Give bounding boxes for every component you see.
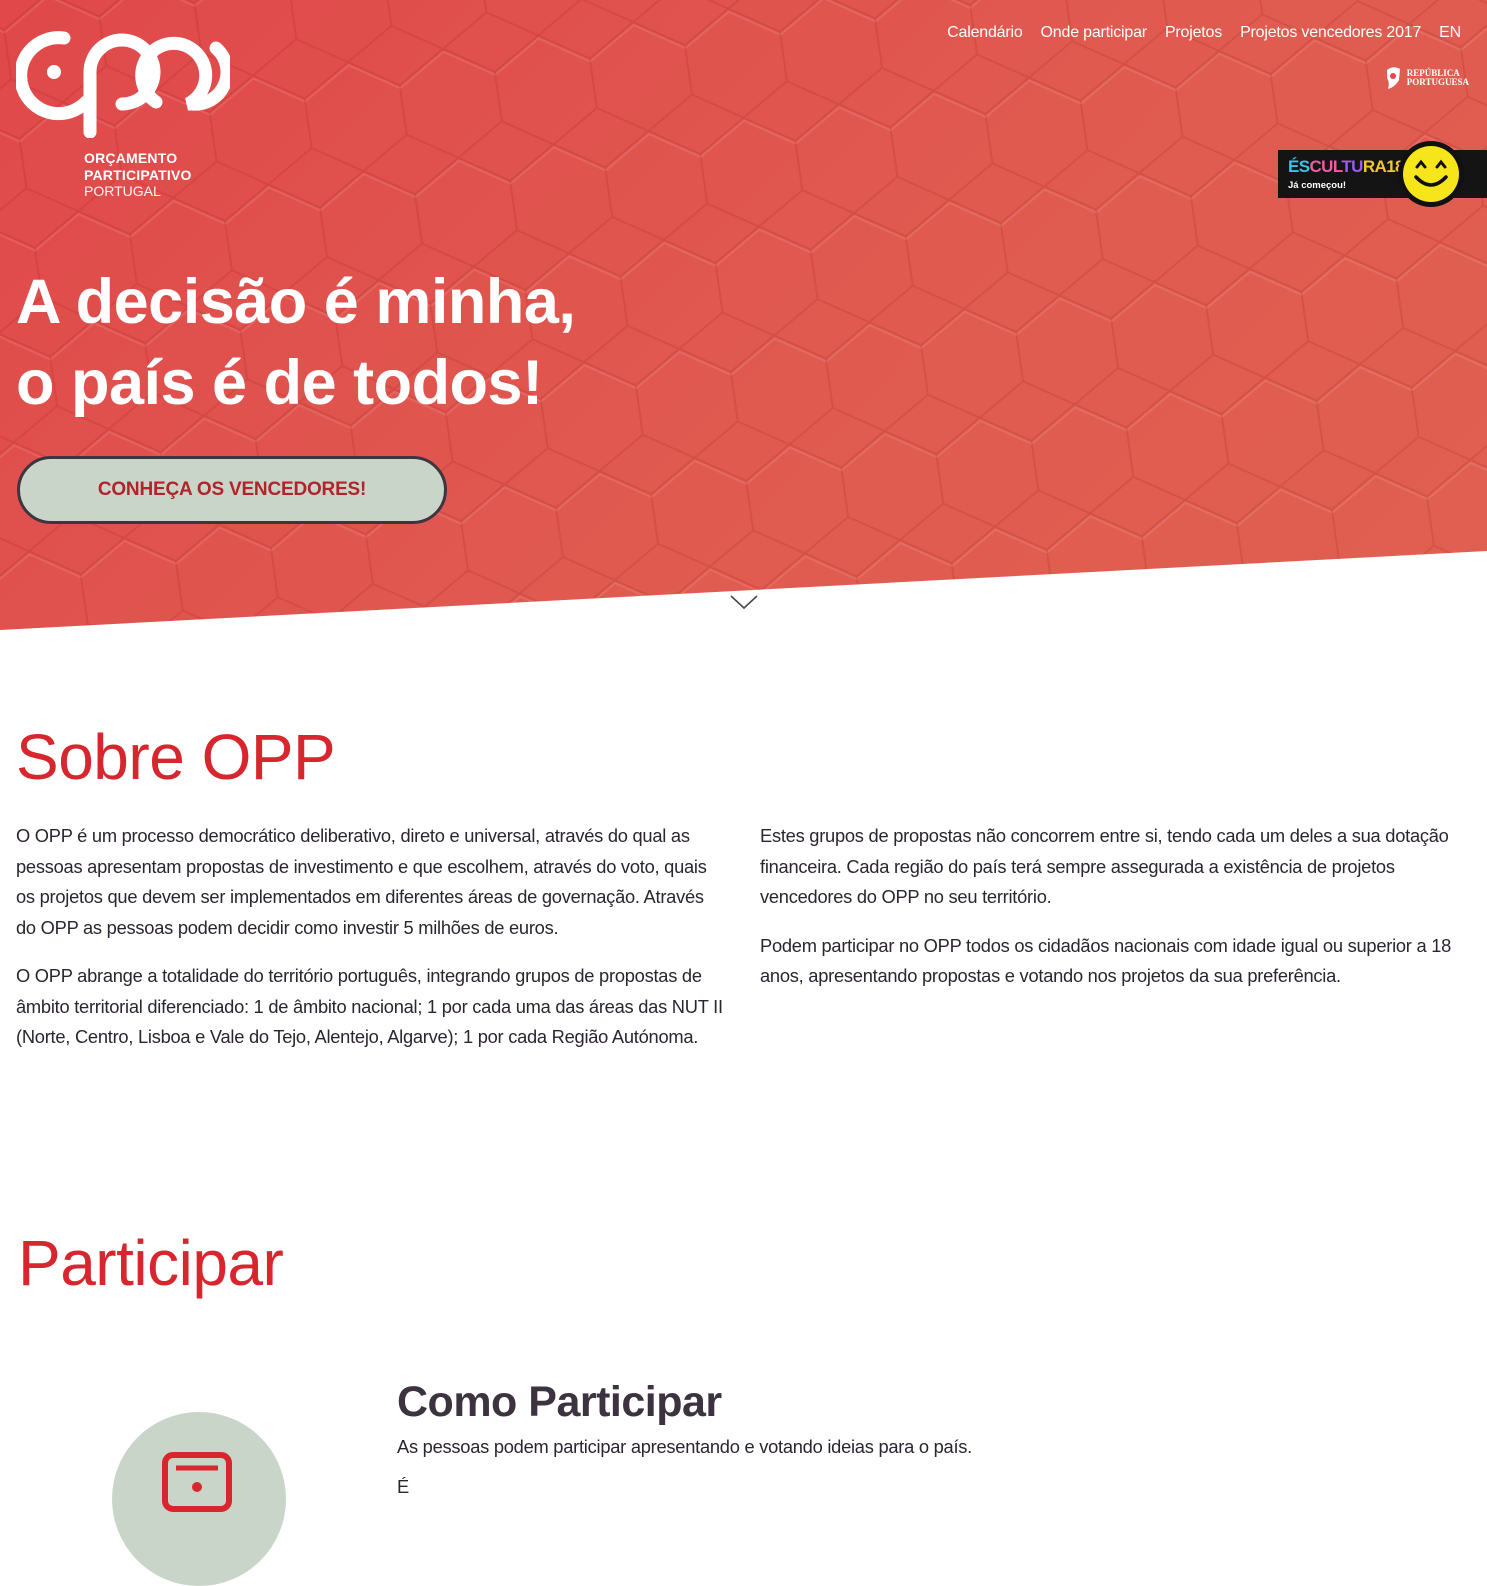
sobre-right-column: Estes grupos de propostas não concorrem …	[760, 821, 1472, 1010]
promo-title-part-1: ÉS	[1288, 157, 1310, 176]
top-navigation: Calendário Onde participar Projetos Proj…	[947, 24, 1461, 42]
como-participar-text: As pessoas podem participar apresentando…	[397, 1436, 972, 1457]
smiley-face-icon	[1398, 141, 1464, 207]
sobre-section-title: Sobre OPP	[16, 721, 336, 793]
government-emblem-icon	[1386, 67, 1400, 89]
como-participar-title: Como Participar	[397, 1378, 722, 1426]
gov-badge-line-2: PORTUGUESA	[1406, 77, 1469, 87]
nav-item-projetos-vencedores[interactable]: Projetos vencedores 2017	[1240, 24, 1421, 42]
sobre-left-column: O OPP é um processo democrático delibera…	[16, 821, 728, 1071]
headline-line-2: o país é de todos!	[16, 348, 543, 418]
logo-line-1: ORÇAMENTO	[84, 150, 178, 166]
promo-title-part-3: TU	[1341, 157, 1363, 176]
nav-item-projetos[interactable]: Projetos	[1165, 24, 1222, 42]
headline-line-1: A decisão é minha,	[16, 267, 576, 337]
republica-portuguesa-badge[interactable]: REPÚBLICA PORTUGUESA	[1384, 66, 1469, 90]
promo-title-part-2: CUL	[1309, 157, 1342, 176]
participar-section-title: Participar	[18, 1227, 284, 1299]
language-switch-en[interactable]: EN	[1439, 24, 1461, 42]
ballot-document-icon	[162, 1452, 232, 1512]
hero-banner: ORÇAMENTO PARTICIPATIVO PORTUGAL Calendá…	[0, 0, 1487, 630]
conheca-vencedores-button[interactable]: CONHEÇA OS VENCEDORES!	[17, 456, 447, 524]
nav-item-calendario[interactable]: Calendário	[947, 24, 1023, 42]
participar-illustration	[112, 1412, 286, 1586]
como-participar-continued-text: É	[397, 1476, 410, 1497]
es-cultura-promo-banner[interactable]: ÉSCULTURA18 Já começou!	[1278, 141, 1487, 207]
logo-line-3: PORTUGAL	[84, 183, 161, 199]
logo-line-2: PARTICIPATIVO	[84, 166, 192, 183]
promo-subtitle: Já começou!	[1288, 180, 1347, 191]
opp-logo[interactable]	[16, 28, 230, 138]
logo-wordmark: ORÇAMENTO PARTICIPATIVO PORTUGAL	[84, 150, 192, 200]
sobre-paragraph: O OPP é um processo democrático delibera…	[16, 825, 707, 938]
nav-item-onde-participar[interactable]: Onde participar	[1041, 24, 1148, 42]
hero-headline: A decisão é minha, o país é de todos!	[16, 262, 576, 424]
promo-title: ÉSCULTURA18	[1288, 157, 1405, 177]
sobre-paragraph: Estes grupos de propostas não concorrem …	[760, 825, 1449, 907]
sobre-paragraph: O OPP abrange a totalidade do território…	[16, 965, 723, 1047]
sobre-paragraph: Podem participar no OPP todos os cidadão…	[760, 934, 1452, 987]
scroll-down-chevron-icon[interactable]	[729, 593, 759, 611]
